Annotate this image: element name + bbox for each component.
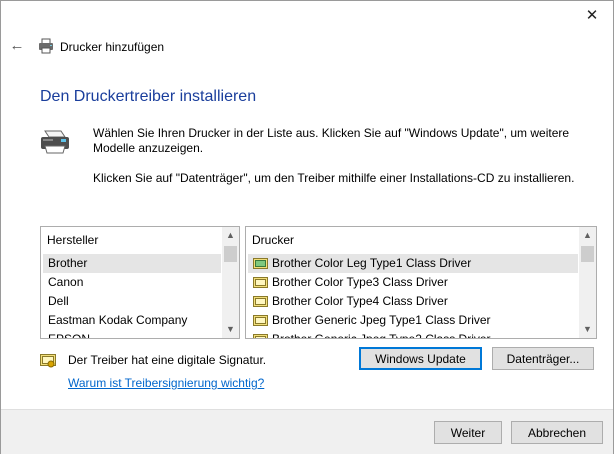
add-printer-dialog: ✕ ← Drucker hinzufügen Den Druckertreibe… [0,0,614,454]
printer-driver-item[interactable]: Brother Generic Jpeg Type1 Class Driver [248,311,578,330]
instruction-text-1: Wählen Sie Ihren Drucker in der Liste au… [93,126,570,155]
scroll-thumb[interactable] [581,246,594,262]
printer-driver-item[interactable]: Brother Color Leg Type1 Class Driver [248,254,578,273]
manufacturer-list-header: Hersteller [47,233,99,247]
back-arrow-icon: ← [9,37,25,54]
scroll-thumb[interactable] [224,246,237,262]
printer-list-header: Drucker [252,233,295,247]
instruction-text-2: Klicken Sie auf "Datenträger", um den Tr… [93,171,575,185]
digital-signature-icon [40,354,56,368]
manufacturer-item[interactable]: Canon [43,273,221,292]
printer-driver-item[interactable]: Brother Color Type4 Class Driver [248,292,578,311]
windows-update-button[interactable]: Windows Update [359,347,482,370]
signature-status-text: Der Treiber hat eine digitale Signatur. [68,353,267,367]
scroll-down-icon[interactable]: ▼ [222,321,239,338]
scroll-down-icon[interactable]: ▼ [579,321,596,338]
certified-driver-icon [253,277,268,288]
certified-driver-icon [253,296,268,307]
printer-icon [39,38,53,54]
printer-scrollbar[interactable]: ▲ ▼ [579,227,596,338]
printer-driver-item[interactable]: Brother Color Type3 Class Driver [248,273,578,292]
manufacturer-item[interactable]: Dell [43,292,221,311]
manufacturer-item[interactable]: Eastman Kodak Company [43,311,221,330]
certified-driver-icon [253,315,268,326]
driver-signing-link[interactable]: Warum ist Treibersignierung wichtig? [68,376,264,390]
certified-driver-icon [253,334,268,338]
manufacturer-item[interactable]: EPSON [43,330,221,338]
close-icon: ✕ [585,7,599,24]
manufacturer-list[interactable]: Hersteller Brother Canon Dell Eastman Ko… [40,226,240,339]
manufacturer-item[interactable]: Brother [43,254,221,273]
window-title: Drucker hinzufügen [60,40,165,54]
back-button[interactable]: ← [8,37,26,55]
cancel-button[interactable]: Abbrechen [511,421,603,444]
next-button[interactable]: Weiter [434,421,502,444]
printer-large-icon [41,130,69,154]
manufacturer-scrollbar[interactable]: ▲ ▼ [222,227,239,338]
printer-driver-list[interactable]: Drucker Brother Color Leg Type1 Class Dr… [245,226,597,339]
printer-driver-item[interactable]: Brother Generic Jpeg Type2 Class Driver [248,330,578,338]
scroll-up-icon[interactable]: ▲ [579,227,596,244]
scroll-up-icon[interactable]: ▲ [222,227,239,244]
have-disk-button[interactable]: Datenträger... [492,347,594,370]
page-heading: Den Druckertreiber installieren [40,88,257,105]
close-button[interactable]: ✕ [577,3,607,27]
certified-driver-icon [253,258,268,269]
